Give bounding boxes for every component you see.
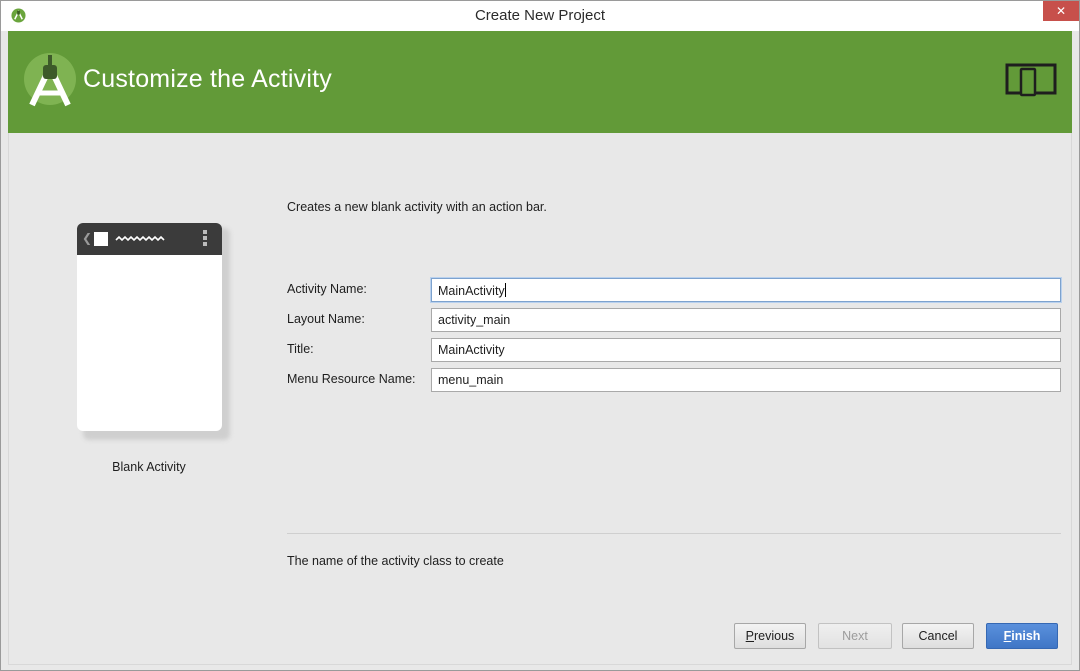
page-heading: Customize the Activity <box>83 65 332 93</box>
title-squiggle-icon <box>115 235 165 242</box>
activity-name-value: MainActivity <box>438 284 505 298</box>
preview-action-bar: ❮ <box>77 223 222 255</box>
window-title: Create New Project <box>474 7 606 24</box>
title-label: Title: <box>287 342 314 356</box>
wizard-header: Customize the Activity <box>8 31 1072 133</box>
blank-activity-preview: ❮ <box>77 223 222 431</box>
chevron-left-icon: ❮ <box>82 231 93 245</box>
create-project-window: Create New Project ✕ Customize the Activ… <box>0 0 1080 671</box>
overflow-menu-icon <box>203 230 207 248</box>
android-studio-icon <box>24 53 76 107</box>
close-button[interactable]: ✕ <box>1043 1 1079 21</box>
template-description: Creates a new blank activity with an act… <box>287 200 547 214</box>
app-icon <box>94 232 108 246</box>
wizard-content: ❮ Blank Activity Creates a new blank act… <box>8 133 1072 665</box>
menu-resource-name-input[interactable]: menu_main <box>431 368 1061 392</box>
menu-resource-name-label: Menu Resource Name: <box>287 372 416 386</box>
divider <box>287 533 1061 534</box>
previous-mnemonic: P <box>745 629 755 643</box>
finish-mnemonic: F <box>1003 629 1012 643</box>
layout-name-input[interactable]: activity_main <box>431 308 1061 332</box>
template-label: Blank Activity <box>112 460 186 474</box>
device-preview-icon <box>1005 63 1057 97</box>
previous-label: revious <box>754 629 795 643</box>
help-text: The name of the activity class to create <box>287 554 504 568</box>
title-input[interactable]: MainActivity <box>431 338 1061 362</box>
previous-button[interactable]: Previous <box>734 623 806 649</box>
activity-name-input[interactable]: MainActivity <box>431 278 1061 302</box>
layout-name-label: Layout Name: <box>287 312 365 326</box>
activity-name-label: Activity Name: <box>287 282 367 296</box>
title-bar: Create New Project ✕ <box>1 1 1079 31</box>
cancel-button[interactable]: Cancel <box>902 623 974 649</box>
finish-button[interactable]: Finish <box>986 623 1058 649</box>
next-button[interactable]: Next <box>818 623 892 649</box>
finish-label: inish <box>1011 629 1041 643</box>
text-caret <box>504 283 506 297</box>
